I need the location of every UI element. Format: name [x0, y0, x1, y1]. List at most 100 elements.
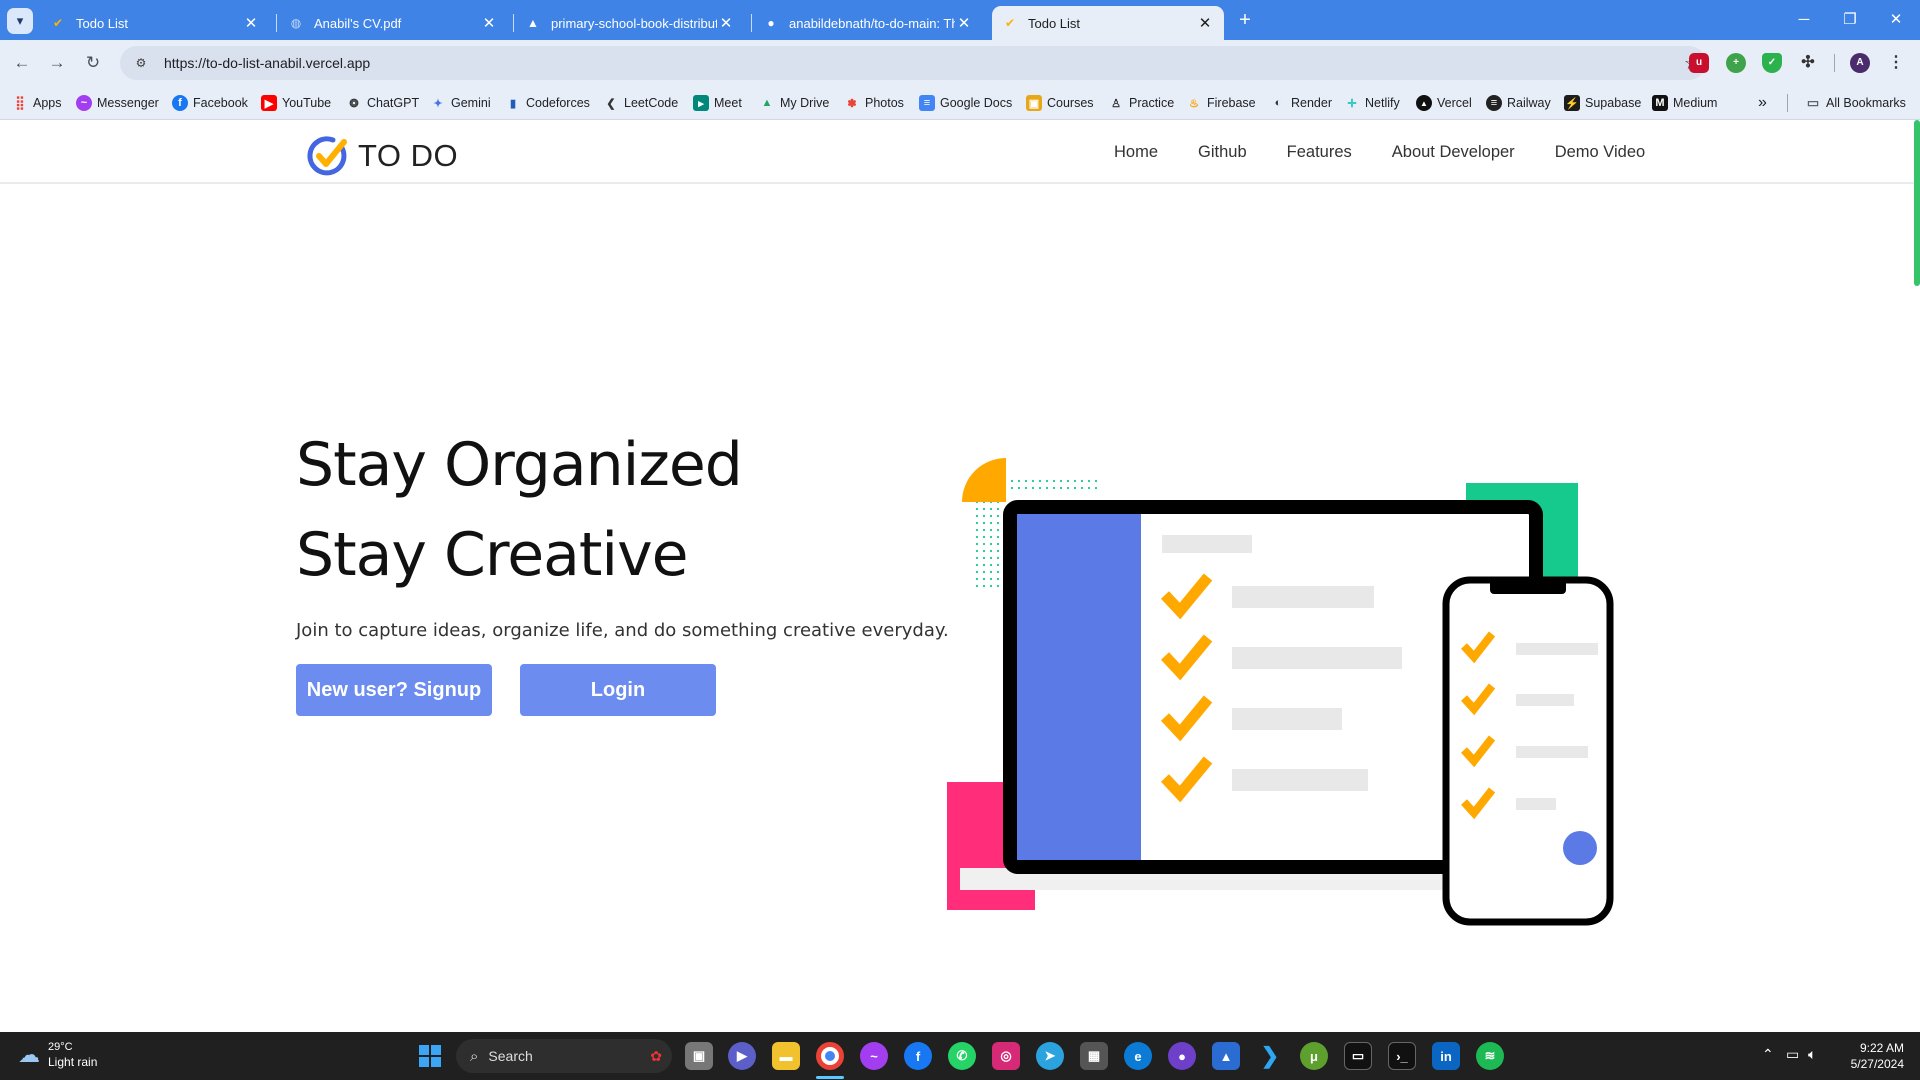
more-menu-icon[interactable]: ⋮ — [1886, 53, 1906, 73]
bookmark-apps[interactable]: ⣿ Apps — [12, 86, 62, 120]
messenger-icon[interactable]: ~ — [860, 1042, 888, 1070]
weather-widget[interactable]: ☁ 29°C Light rain — [18, 1040, 97, 1070]
bookmark-netlify[interactable]: ✛ Netlify — [1344, 86, 1399, 120]
utorrent-icon[interactable]: μ — [1300, 1042, 1328, 1070]
bookmark-supabase[interactable]: ⚡ Supabase — [1564, 86, 1641, 120]
bookmark-chatgpt[interactable]: ❂ ChatGPT — [346, 86, 419, 120]
restore-button[interactable]: ❐ — [1827, 6, 1873, 34]
linkedin-icon[interactable]: in — [1432, 1042, 1460, 1070]
spotify-icon[interactable]: ≋ — [1476, 1042, 1504, 1070]
bookmark-medium[interactable]: M Medium — [1652, 86, 1717, 120]
close-icon[interactable]: ✕ — [480, 14, 498, 32]
facebook-icon[interactable]: f — [904, 1042, 932, 1070]
url-text[interactable]: https://to-do-list-anabil.vercel.app — [164, 55, 1678, 71]
weather-description: Light rain — [48, 1055, 98, 1069]
teams-chat-icon[interactable]: ▶ — [728, 1042, 756, 1070]
calculator-icon[interactable]: ▦ — [1080, 1042, 1108, 1070]
minimize-button[interactable]: ─ — [1781, 6, 1827, 34]
close-icon[interactable]: ✕ — [242, 14, 260, 32]
new-tab-button[interactable]: + — [1232, 8, 1258, 34]
medium-icon: M — [1652, 95, 1668, 111]
instagram-icon[interactable]: ◎ — [992, 1042, 1020, 1070]
bookmark-leetcode[interactable]: ❮ LeetCode — [603, 86, 678, 120]
meet-icon: ▸ — [693, 95, 709, 111]
close-icon[interactable]: ✕ — [955, 14, 973, 32]
bookmark-codeforces[interactable]: ▮ Codeforces — [505, 86, 590, 120]
profile-avatar[interactable]: A — [1850, 53, 1870, 73]
extensions-puzzle-icon[interactable]: ✣ — [1798, 53, 1818, 73]
bookmark-render[interactable]: ◐ Render — [1270, 86, 1332, 120]
bookmark-google-docs[interactable]: ≡ Google Docs — [919, 86, 1012, 120]
bookmark-gemini[interactable]: ✦ Gemini — [430, 86, 490, 120]
extension-plus-icon[interactable]: + — [1726, 53, 1746, 73]
bookmark-messenger[interactable]: ~ Messenger — [76, 86, 159, 120]
bookmark-label: Apps — [33, 96, 62, 110]
site-info-icon[interactable]: ⚙ — [132, 54, 150, 72]
all-bookmarks-button[interactable]: ▭ All Bookmarks — [1805, 86, 1906, 120]
tab-todo-list-active[interactable]: ✔ Todo List ✕ — [992, 6, 1224, 40]
tab-search-button[interactable]: ▾ — [7, 8, 33, 34]
nav-about-developer[interactable]: About Developer — [1392, 143, 1515, 162]
bookmark-railway[interactable]: ≡ Railway — [1486, 86, 1551, 120]
taskbar-search[interactable]: ⌕ Search ✿ — [456, 1039, 672, 1073]
more-bookmarks-button[interactable]: » — [1758, 86, 1767, 120]
photos-icon: ✽ — [847, 97, 857, 110]
file-explorer-icon[interactable]: ▬ — [772, 1042, 800, 1070]
bookmark-practice[interactable]: ♙ Practice — [1108, 86, 1174, 120]
volume-icon[interactable]: 🔈︎ — [1808, 1046, 1816, 1063]
tab-divider — [751, 14, 752, 32]
telegram-icon[interactable]: ➤ — [1036, 1042, 1064, 1070]
rain-cloud-icon: ☁ — [18, 1042, 40, 1067]
chatgpt-icon: ❂ — [349, 97, 359, 110]
command-prompt-icon[interactable]: ›_ — [1388, 1042, 1416, 1070]
bookmark-firebase[interactable]: ♨ Firebase — [1186, 86, 1256, 120]
nav-demo-video[interactable]: Demo Video — [1555, 143, 1646, 162]
bookmark-photos[interactable]: ✽ Photos — [844, 86, 904, 120]
close-icon[interactable]: ✕ — [717, 14, 735, 32]
login-button[interactable]: Login — [520, 664, 716, 716]
nav-features[interactable]: Features — [1287, 143, 1352, 162]
bookmark-youtube[interactable]: ▶ YouTube — [261, 86, 331, 120]
back-button[interactable]: ← — [8, 49, 36, 77]
bookmark-label: Photos — [865, 96, 904, 110]
site-brand[interactable]: TO DO — [306, 134, 458, 178]
whatsapp-icon[interactable]: ✆ — [948, 1042, 976, 1070]
bookmark-facebook[interactable]: f Facebook — [172, 86, 248, 120]
tab-primary-school[interactable]: ▲ primary-school-book-distributi ✕ — [515, 6, 745, 40]
bookmark-label: All Bookmarks — [1826, 96, 1906, 110]
github-desktop-icon[interactable]: ● — [1168, 1042, 1196, 1070]
ublock-icon[interactable]: u — [1689, 53, 1709, 73]
network-icon[interactable]: ▭ — [1786, 1046, 1799, 1063]
forward-button[interactable]: → — [43, 49, 71, 77]
task-view-icon[interactable]: ▣ — [685, 1042, 713, 1070]
close-icon[interactable]: ✕ — [1196, 14, 1214, 32]
bookmark-vercel[interactable]: ▲ Vercel — [1416, 86, 1472, 120]
edge-icon[interactable]: e — [1124, 1042, 1152, 1070]
windows-start-icon[interactable] — [416, 1042, 444, 1070]
system-clock[interactable]: 9:22 AM 5/27/2024 — [1834, 1040, 1904, 1072]
bookmark-meet[interactable]: ▸ Meet — [693, 86, 742, 120]
close-window-button[interactable]: ✕ — [1873, 6, 1919, 34]
tab-github-repo[interactable]: ● anabildebnath/to-do-main: Thi ✕ — [753, 6, 983, 40]
chrome-icon[interactable] — [816, 1042, 844, 1070]
nav-github[interactable]: Github — [1198, 143, 1247, 162]
tab-todo-list-1[interactable]: ✔ Todo List ✕ — [40, 6, 270, 40]
nav-home[interactable]: Home — [1114, 143, 1158, 162]
tab-cv-pdf[interactable]: ◍ Anabil's CV.pdf ✕ — [278, 6, 508, 40]
brand-name: TO DO — [358, 138, 459, 173]
todo-logo-icon — [307, 136, 347, 176]
tab-strip: ▾ ✔ Todo List ✕ ◍ Anabil's CV.pdf ✕ ▲ pr… — [0, 0, 1920, 40]
shield-icon[interactable]: ✓ — [1762, 53, 1782, 73]
reload-button[interactable]: ↻ — [79, 49, 107, 77]
weather-temperature: 29°C — [48, 1041, 73, 1053]
address-bar[interactable]: ⚙ https://to-do-list-anabil.vercel.app ☆ — [120, 46, 1706, 80]
vscode-icon[interactable]: ❯ — [1256, 1042, 1284, 1070]
page-scrollbar[interactable] — [1914, 120, 1920, 286]
signup-button[interactable]: New user? Signup — [296, 664, 492, 716]
terminal-icon[interactable]: ▭ — [1344, 1042, 1372, 1070]
bookmark-my-drive[interactable]: ▲ My Drive — [759, 86, 830, 120]
show-hidden-icons-chevron-icon[interactable]: ⌃ — [1762, 1046, 1774, 1063]
bookmark-courses[interactable]: ▣ Courses — [1026, 86, 1094, 120]
photos-app-icon[interactable]: ▲ — [1212, 1042, 1240, 1070]
bookmark-label: Vercel — [1437, 96, 1472, 110]
